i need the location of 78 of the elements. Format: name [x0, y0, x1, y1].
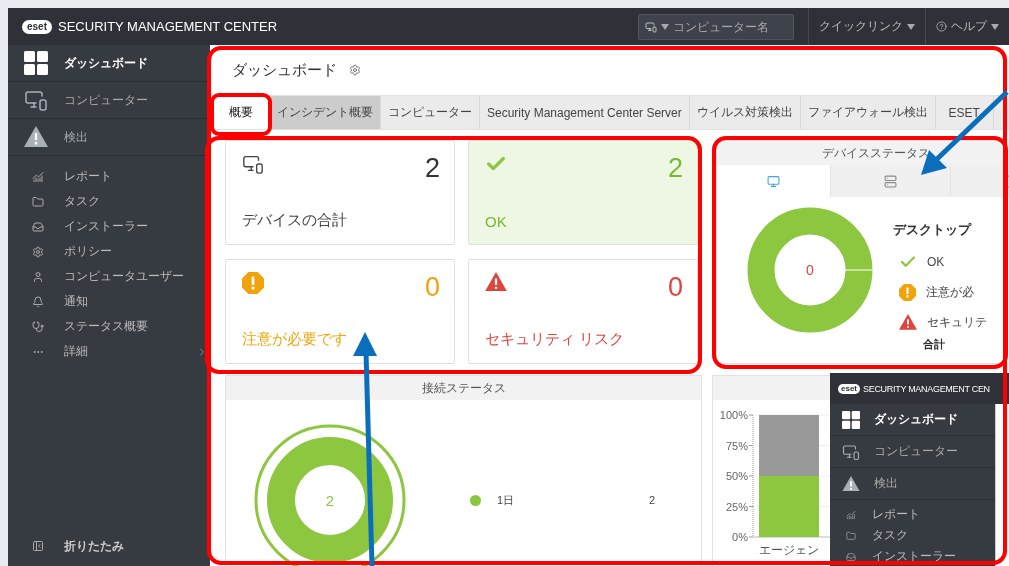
- tile-label: 注意が必要です: [242, 330, 348, 349]
- folder-icon: [32, 195, 44, 208]
- panel-title: 接続ステータス: [226, 376, 701, 400]
- legend-count: 2: [649, 494, 656, 506]
- nav-item[interactable]: 通知: [8, 289, 210, 314]
- tile-count: 2: [667, 153, 683, 184]
- nav-item[interactable]: コンピュータユーザー: [8, 264, 210, 289]
- grid-icon: [842, 410, 860, 429]
- user-icon: [32, 270, 44, 283]
- legend-label: セキュリテ: [927, 313, 987, 331]
- brand-logo: eset: [22, 19, 52, 34]
- computer-icon: [24, 88, 48, 112]
- caret-icon: [991, 23, 999, 30]
- legend-total: 合計: [922, 337, 946, 352]
- exclamation-icon: [242, 272, 264, 294]
- status-tile[interactable]: 0 セキュリティ リスク: [468, 259, 698, 364]
- nav-item[interactable]: ステータス概要: [8, 314, 210, 339]
- page-title: ダッシュボード: [232, 60, 337, 80]
- chart-icon: [32, 170, 44, 183]
- collapse-button[interactable]: 折りたたみ: [8, 526, 210, 566]
- caret-icon: [907, 23, 915, 30]
- bell-icon: [32, 295, 44, 308]
- exclamation-icon: [899, 283, 916, 301]
- donut-value: 0: [806, 262, 814, 278]
- tile-count: 0: [424, 272, 440, 303]
- axis-label: 100%: [719, 409, 748, 421]
- tray-icon: [32, 220, 44, 233]
- tile-label: セキュリティ リスク: [485, 330, 626, 349]
- axis-label: 75%: [725, 439, 748, 452]
- app-title: SECURITY MANAGEMENT CENTER: [58, 19, 278, 34]
- brand-logo: eset: [838, 383, 860, 394]
- axis-label: 25%: [725, 500, 748, 513]
- chart-icon: [846, 509, 856, 520]
- stethoscope-icon: [32, 320, 44, 333]
- legend-title: デスクトップ: [893, 221, 973, 239]
- status-tile[interactable]: 2 デバイスの合計: [225, 140, 455, 245]
- help-icon: [936, 21, 947, 32]
- donut-value: 2: [325, 492, 335, 509]
- tile-count: 2: [424, 153, 440, 184]
- gear-icon: [32, 245, 44, 258]
- tile-count: 0: [667, 272, 683, 303]
- search-field[interactable]: コンピューター名: [673, 19, 785, 34]
- nav-item[interactable]: ポリシー: [8, 239, 210, 264]
- server-icon: [884, 174, 897, 188]
- legend-label: OK: [927, 255, 945, 269]
- warning-icon: [899, 314, 917, 330]
- tile-label: デバイスの合計: [242, 211, 348, 230]
- monitor-icon: [767, 174, 780, 188]
- axis-label: 0%: [732, 531, 748, 543]
- nav-item[interactable]: インストーラー: [8, 214, 210, 239]
- folder-icon: [846, 530, 856, 541]
- nav-item[interactable]: コンピューター: [8, 82, 210, 119]
- tray-icon: [846, 551, 856, 562]
- warning-icon: [24, 126, 48, 148]
- computer-icon: [842, 442, 860, 461]
- axis-label: 50%: [725, 470, 748, 482]
- nav-item[interactable]: 詳細: [8, 339, 210, 364]
- tile-label: OK: [485, 213, 508, 230]
- legend-label: 1日: [497, 492, 516, 508]
- nav-item[interactable]: 検出: [8, 119, 210, 156]
- legend-label: 注意が必: [926, 283, 974, 301]
- computer-icon: [645, 20, 657, 33]
- app-title: SECURITY MANAGEMENT CEN: [863, 383, 990, 394]
- bar-segment: [759, 415, 819, 476]
- bar-segment: [759, 476, 819, 537]
- nav-item[interactable]: レポート: [8, 164, 210, 189]
- gear-icon[interactable]: [349, 64, 361, 76]
- computer-icon: [242, 153, 264, 175]
- grid-icon: [24, 51, 48, 75]
- collapse-icon: [32, 540, 44, 552]
- search-box[interactable]: コンピューター名: [638, 13, 794, 40]
- axis-label: エージェン: [759, 543, 819, 557]
- tab[interactable]: インシデント概要: [270, 96, 381, 129]
- caret-icon: [661, 23, 669, 30]
- warning-icon: [485, 272, 507, 292]
- warning-icon: [842, 475, 860, 492]
- nav-item[interactable]: ダッシュボード: [8, 45, 210, 82]
- nav-item[interactable]: タスク: [8, 189, 210, 214]
